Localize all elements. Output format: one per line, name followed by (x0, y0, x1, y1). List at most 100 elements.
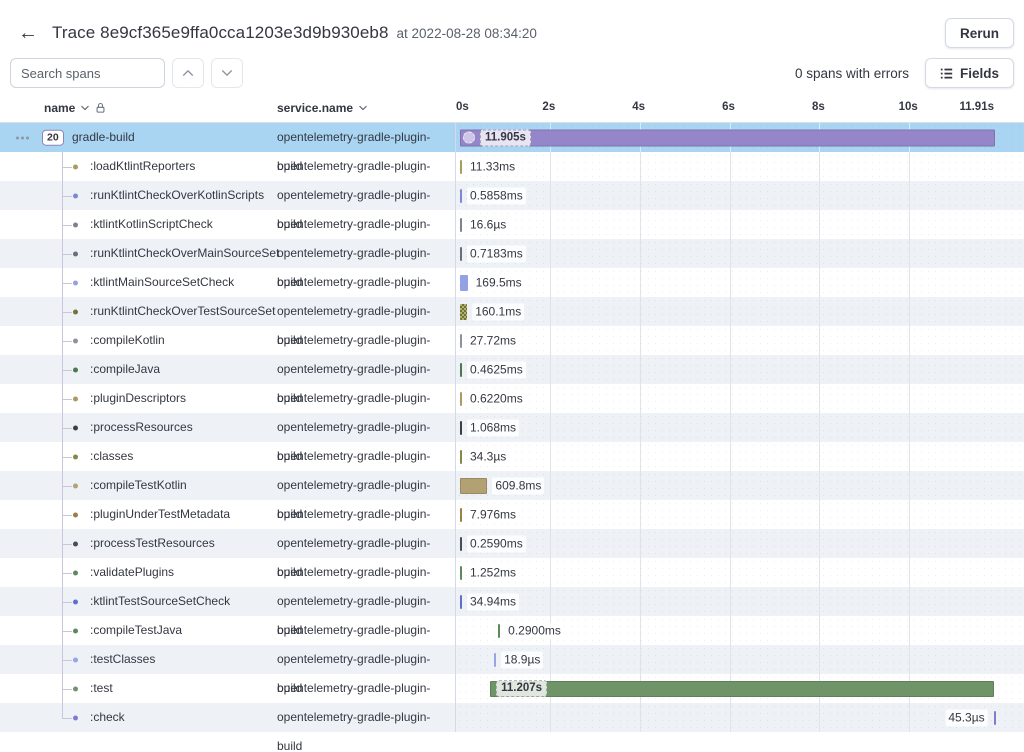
span-dot-icon (73, 309, 78, 314)
table-row[interactable]: :pluginDescriptors opentelemetry-gradle-… (0, 384, 1024, 413)
search-spans-input[interactable] (10, 58, 165, 88)
table-row[interactable]: :compileJava opentelemetry-gradle-plugin… (0, 355, 1024, 384)
span-duration: 0.2590ms (467, 535, 526, 552)
span-bar[interactable] (460, 247, 462, 261)
timeline-gridline (730, 355, 731, 384)
timeline-gridline (550, 500, 551, 529)
timeline-gridline (550, 152, 551, 181)
span-duration: 160.1ms (472, 303, 524, 320)
timeline-cell: 11.905s (455, 123, 1024, 152)
back-arrow-button[interactable]: ← (14, 21, 42, 45)
next-match-button[interactable] (211, 58, 243, 88)
table-row[interactable]: 20 gradle-build opentelemetry-gradle-plu… (0, 123, 1024, 152)
service-name: opentelemetry-gradle-plugin-build (277, 558, 455, 587)
span-bar[interactable] (460, 189, 462, 203)
span-name-cell: :compileTestJava (0, 616, 277, 645)
timeline-gridline (550, 384, 551, 413)
column-header-name[interactable]: name (44, 101, 106, 115)
timeline-gridline (730, 703, 731, 732)
table-row[interactable]: :compileTestKotlin opentelemetry-gradle-… (0, 471, 1024, 500)
span-bar[interactable] (460, 421, 462, 435)
fields-button[interactable]: Fields (925, 58, 1014, 88)
ellipsis-icon[interactable] (16, 136, 29, 139)
span-bar[interactable] (498, 624, 500, 638)
timeline-gridline (550, 297, 551, 326)
table-row[interactable]: :test opentelemetry-gradle-plugin-build … (0, 674, 1024, 703)
column-header-service-name[interactable]: service.name (277, 101, 368, 115)
service-name: opentelemetry-gradle-plugin-build (277, 442, 455, 471)
timeline-gridline (730, 645, 731, 674)
axis-tick-label: 10s (899, 101, 918, 113)
timeline-cell: 160.1ms (455, 297, 1024, 326)
span-duration: 16.6µs (467, 216, 509, 233)
span-bar[interactable] (460, 595, 462, 609)
service-name: opentelemetry-gradle-plugin-build (277, 616, 455, 645)
span-name: :classes (90, 442, 133, 471)
tree-branch-line (62, 573, 72, 574)
span-bar[interactable] (460, 508, 462, 522)
table-row[interactable]: :validatePlugins opentelemetry-gradle-pl… (0, 558, 1024, 587)
span-name: :loadKtlintReporters (90, 152, 195, 181)
rerun-button[interactable]: Rerun (945, 18, 1014, 48)
timeline-gridline (550, 558, 551, 587)
previous-match-button[interactable] (172, 58, 204, 88)
span-name-cell: 20 gradle-build (0, 123, 277, 152)
span-name: gradle-build (72, 123, 135, 152)
axis-tick-label: 4s (632, 101, 645, 113)
table-row[interactable]: :classes opentelemetry-gradle-plugin-bui… (0, 442, 1024, 471)
span-bar[interactable] (460, 304, 467, 320)
table-row[interactable]: :compileKotlin opentelemetry-gradle-plug… (0, 326, 1024, 355)
table-row[interactable]: :runKtlintCheckOverKotlinScripts opentel… (0, 181, 1024, 210)
table-row[interactable]: :runKtlintCheckOverTestSourceSet opentel… (0, 297, 1024, 326)
span-bar[interactable]: 11.207s (490, 681, 993, 697)
timeline-gridline (640, 587, 641, 616)
table-row[interactable]: :check opentelemetry-gradle-plugin-build… (0, 703, 1024, 732)
table-row[interactable]: :ktlintMainSourceSetCheck opentelemetry-… (0, 268, 1024, 297)
name-column-label: name (44, 101, 75, 115)
span-bar[interactable]: 11.905s (460, 129, 995, 146)
span-name-cell: :pluginDescriptors (0, 384, 277, 413)
span-bar[interactable] (460, 392, 462, 406)
timeline-gridline (730, 268, 731, 297)
span-name-cell: :validatePlugins (0, 558, 277, 587)
table-header: name service.name 0s2s4s6s8s10s11.91s (0, 96, 1024, 123)
span-bar[interactable] (994, 711, 996, 725)
timeline-gridline (550, 239, 551, 268)
tree-branch-line (62, 660, 72, 661)
table-row[interactable]: :pluginUnderTestMetadata opentelemetry-g… (0, 500, 1024, 529)
span-bar[interactable] (460, 218, 462, 232)
span-bar[interactable] (460, 537, 462, 551)
span-name: :processResources (90, 413, 193, 442)
table-row[interactable]: :runKtlintCheckOverMainSourceSet opentel… (0, 239, 1024, 268)
timeline-gridline (819, 268, 820, 297)
child-count-badge[interactable]: 20 (42, 129, 64, 146)
table-row[interactable]: :ktlintTestSourceSetCheck opentelemetry-… (0, 587, 1024, 616)
timeline-cell: 34.3µs (455, 442, 1024, 471)
span-name: :ktlintKotlinScriptCheck (90, 210, 213, 239)
table-row[interactable]: :processResources opentelemetry-gradle-p… (0, 413, 1024, 442)
timeline-gridline (909, 645, 910, 674)
span-bar[interactable] (460, 275, 468, 291)
timeline-gridline (640, 384, 641, 413)
table-row[interactable]: :testClasses opentelemetry-gradle-plugin… (0, 645, 1024, 674)
timeline-gridline (819, 413, 820, 442)
span-name-cell: :loadKtlintReporters (0, 152, 277, 181)
span-bar[interactable] (460, 363, 462, 377)
table-row[interactable]: :ktlintKotlinScriptCheck opentelemetry-g… (0, 210, 1024, 239)
span-bar[interactable] (460, 160, 462, 174)
table-row[interactable]: :loadKtlintReporters opentelemetry-gradl… (0, 152, 1024, 181)
timeline-gridline (640, 558, 641, 587)
span-duration: 169.5ms (473, 274, 525, 291)
span-name: :validatePlugins (90, 558, 174, 587)
span-bar[interactable] (460, 478, 487, 494)
table-row[interactable]: :processTestResources opentelemetry-grad… (0, 529, 1024, 558)
table-row[interactable]: :compileTestJava opentelemetry-gradle-pl… (0, 616, 1024, 645)
timeline-gridline (550, 268, 551, 297)
span-bar[interactable] (494, 653, 496, 667)
span-bar[interactable] (460, 334, 462, 348)
span-bar[interactable] (460, 566, 462, 580)
span-dot-icon (73, 570, 78, 575)
tree-branch-line (62, 457, 72, 458)
span-bar[interactable] (460, 450, 462, 464)
lock-icon[interactable] (95, 102, 106, 114)
